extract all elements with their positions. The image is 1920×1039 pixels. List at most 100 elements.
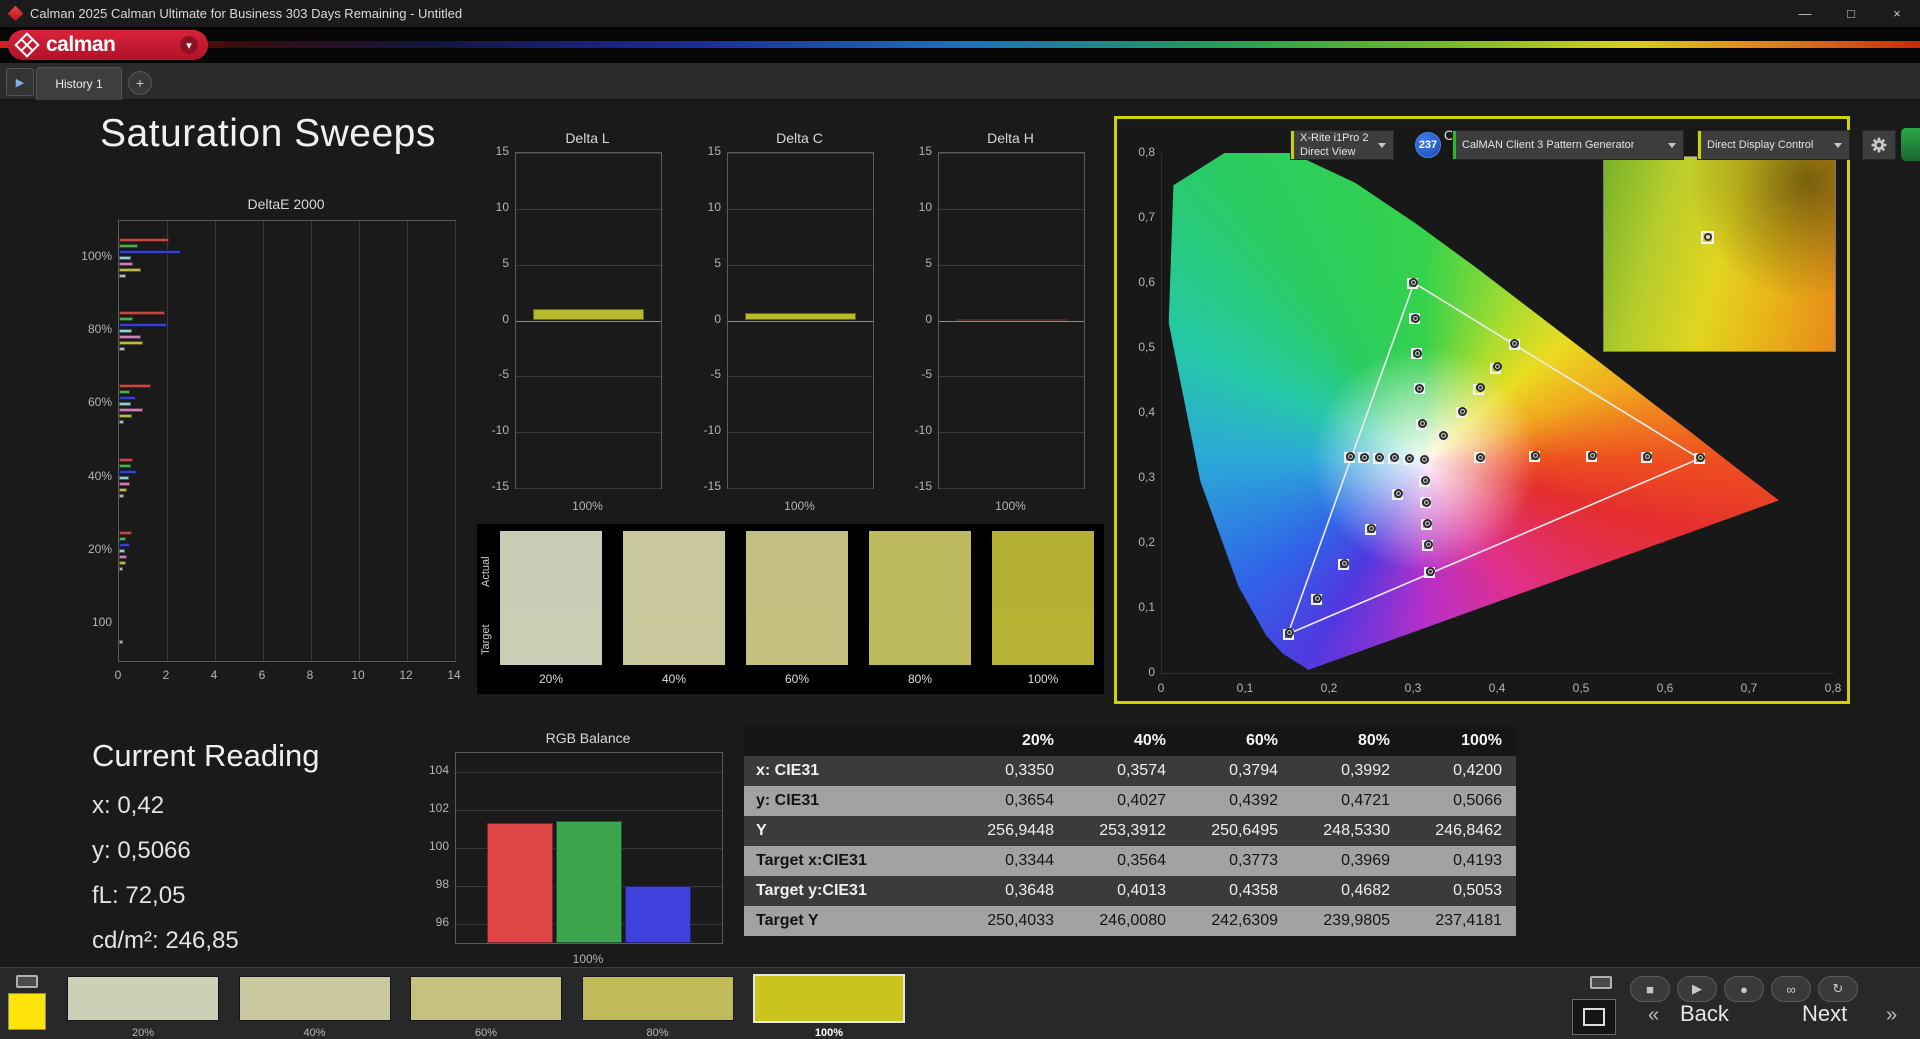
value-cell: 0,4200 (1453, 762, 1502, 779)
bar (119, 335, 141, 339)
grid-line (939, 376, 1084, 378)
meter-count-badge[interactable]: 237 (1415, 132, 1441, 158)
y-category-label: 60% (87, 395, 112, 410)
history-drawer-button[interactable]: ▶ (6, 68, 34, 96)
calman-menu-button[interactable]: calman ▾ (8, 30, 208, 60)
stop-button[interactable]: ■ (1630, 976, 1670, 1002)
cie-measured-point (1643, 452, 1653, 462)
minimize-button[interactable]: — (1782, 0, 1828, 27)
actual-swatch (623, 531, 725, 613)
bar (119, 396, 136, 401)
bar (119, 317, 134, 321)
refresh-button[interactable]: ↻ (1818, 976, 1858, 1002)
pattern-source-dropdown[interactable]: CalMAN Client 3 Pattern Generator (1452, 130, 1684, 160)
value-cell: 239,9805 (1323, 912, 1390, 929)
rgb-balance-chart: RGB Balance 104 102 100 98 96 100% (395, 730, 740, 975)
cie-measured-point (1422, 497, 1432, 507)
cie-1931-panel[interactable]: CIE 1931 xy 000,10,10,20,20,30,30,40,40,… (1114, 116, 1850, 704)
y-tick-label: 15 (495, 144, 509, 158)
grid-line (728, 376, 873, 378)
blue-bar (624, 886, 692, 943)
bar (119, 408, 143, 413)
display-icon (16, 975, 38, 988)
row-label: Target x:CIE31 (756, 852, 867, 869)
tab-bar: ▶ History 1 + X-Rite i1Pro 2 Direct View… (0, 63, 1920, 161)
record-button[interactable]: ● (1724, 976, 1764, 1002)
logo-text: calman (46, 33, 116, 56)
loop-button[interactable]: ∞ (1771, 976, 1811, 1002)
pattern-level-swatch[interactable] (410, 976, 562, 1021)
header-cell: 20% (1021, 732, 1054, 749)
next-chevron-icon[interactable]: » (1886, 1004, 1897, 1027)
pattern-level-swatch[interactable] (67, 976, 219, 1021)
pattern-level-swatch[interactable] (238, 976, 391, 1021)
y-tick-label: -15 (914, 479, 932, 493)
grid-line (516, 488, 661, 489)
x-tick-label: 0,8 (1824, 681, 1842, 695)
value-cell: 0,3350 (1005, 762, 1054, 779)
x-tick-label: 10 (351, 668, 365, 682)
bar (119, 420, 124, 425)
grid-line (516, 432, 661, 434)
bar (119, 640, 123, 645)
x-axis-label: 100% (995, 499, 1026, 513)
maximize-button[interactable]: □ (1828, 0, 1874, 27)
logo-bar: calman ▾ (0, 27, 1920, 63)
next-button[interactable]: Next (1802, 1001, 1847, 1027)
reading-fl: fL: 72,05 (92, 882, 186, 909)
grid-line (516, 264, 661, 266)
grid-line (263, 221, 264, 661)
x-tick-label: 8 (306, 668, 314, 682)
settings-gear-button[interactable] (1862, 130, 1896, 160)
y-tick-label: -15 (491, 479, 509, 493)
meter-dropdown[interactable]: X-Rite i1Pro 2 Direct View (1290, 130, 1394, 160)
y-tick-label: 0 (502, 311, 509, 326)
display-control-dropdown[interactable]: Direct Display Control (1697, 130, 1850, 160)
value-cell: 0,4193 (1453, 852, 1502, 869)
cie-measured-point (1417, 418, 1427, 428)
y-tick-label: 15 (707, 144, 721, 158)
back-button[interactable]: Back (1680, 1001, 1729, 1027)
chart-title: RGB Balance (545, 730, 631, 746)
swatch-label: 60% (784, 672, 810, 686)
bar (119, 261, 134, 266)
value-cell: 0,3648 (1005, 882, 1054, 899)
value-cell: 0,3992 (1341, 762, 1390, 779)
bar (956, 318, 1067, 321)
grid-line (939, 208, 1084, 210)
pattern-level-swatch[interactable] (581, 976, 734, 1021)
x-tick-label: 4 (210, 668, 218, 682)
rgb-balance-plot (455, 752, 723, 944)
swatch-label: 20% (131, 1027, 155, 1039)
pattern-window-button[interactable] (1572, 999, 1616, 1035)
bar (119, 487, 128, 492)
swatch-label: 100% (1027, 672, 1059, 686)
display-icon (1590, 976, 1612, 989)
bar (119, 481, 130, 486)
play-button[interactable]: ▶ (1677, 976, 1717, 1002)
grid-line (407, 221, 408, 661)
grid-line (728, 264, 873, 266)
pattern-patch (8, 993, 46, 1030)
chart-title: Delta C (776, 130, 823, 146)
value-cell: 246,8462 (1435, 822, 1502, 839)
bar (119, 323, 167, 327)
target-swatch (869, 613, 971, 665)
swatch-label: 60% (474, 1027, 498, 1039)
grid-line (939, 488, 1084, 489)
meter-accent (1291, 131, 1294, 159)
source-dropdown-label: CalMAN Client 3 Pattern Generator (1462, 138, 1635, 151)
cie-measured-point (1359, 452, 1369, 462)
target-swatch (746, 613, 848, 665)
edge-panel-button[interactable] (1901, 128, 1920, 161)
bar (119, 249, 182, 254)
add-tab-button[interactable]: + (128, 71, 152, 95)
close-button[interactable]: × (1874, 0, 1920, 27)
inset-measured-marker (1703, 233, 1712, 242)
back-chevron-icon[interactable]: « (1648, 1004, 1659, 1027)
tab-history-1[interactable]: History 1 (36, 67, 122, 100)
swatch-columns: 20% 40% 60% 80% 100% (500, 531, 1094, 686)
x-tick-label: 6 (258, 668, 266, 682)
pattern-level-swatch[interactable] (753, 974, 905, 1023)
y-tick-label: 100 (428, 839, 449, 853)
